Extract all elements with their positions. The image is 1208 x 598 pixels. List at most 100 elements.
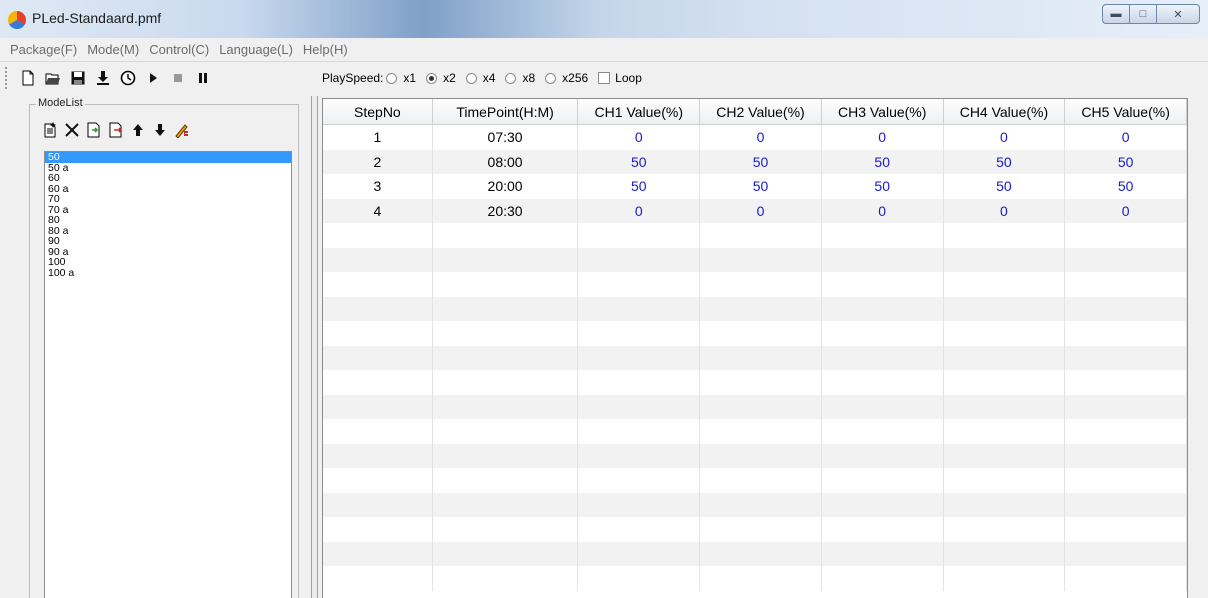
- menu-language[interactable]: Language(L): [219, 42, 293, 57]
- table-cell[interactable]: [944, 443, 1066, 468]
- column-header-stepno[interactable]: StepNo: [323, 99, 433, 124]
- loop-checkbox[interactable]: [598, 72, 611, 84]
- table-cell[interactable]: 4: [323, 198, 433, 223]
- loop-option[interactable]: Loop: [598, 71, 642, 85]
- menu-mode[interactable]: Mode(M): [87, 42, 139, 57]
- table-cell[interactable]: [700, 370, 822, 395]
- table-cell[interactable]: 50: [700, 149, 822, 174]
- table-cell[interactable]: [578, 247, 701, 272]
- table-cell[interactable]: [700, 247, 822, 272]
- list-item[interactable]: 70: [45, 194, 291, 205]
- table-cell[interactable]: [700, 345, 822, 370]
- table-cell[interactable]: [578, 566, 701, 591]
- table-cell[interactable]: [323, 419, 433, 444]
- table-cell[interactable]: [433, 345, 579, 370]
- table-cell[interactable]: [1065, 541, 1187, 566]
- table-cell[interactable]: [433, 419, 579, 444]
- table-cell[interactable]: [700, 272, 822, 297]
- table-cell[interactable]: [822, 443, 944, 468]
- table-cell[interactable]: 0: [944, 125, 1066, 150]
- table-cell[interactable]: [1065, 223, 1187, 248]
- table-cell[interactable]: [323, 223, 433, 248]
- table-cell[interactable]: 20:30: [433, 198, 579, 223]
- column-header-ch2[interactable]: CH2 Value(%): [700, 99, 822, 124]
- table-cell[interactable]: [433, 223, 579, 248]
- close-button[interactable]: ✕: [1156, 4, 1200, 24]
- table-cell[interactable]: [822, 247, 944, 272]
- table-cell[interactable]: [944, 247, 1066, 272]
- table-cell[interactable]: 0: [578, 198, 701, 223]
- list-item[interactable]: 100: [45, 257, 291, 268]
- table-cell[interactable]: [1065, 517, 1187, 542]
- list-item[interactable]: 60: [45, 173, 291, 184]
- table-cell[interactable]: [700, 419, 822, 444]
- table-cell[interactable]: [578, 468, 701, 493]
- table-cell[interactable]: [578, 321, 701, 346]
- maximize-button[interactable]: □: [1129, 4, 1156, 24]
- move-down-icon[interactable]: [150, 121, 170, 139]
- move-up-icon[interactable]: [128, 121, 148, 139]
- table-cell[interactable]: 50: [822, 174, 944, 199]
- table-row[interactable]: [323, 468, 1187, 493]
- table-cell[interactable]: 50: [1065, 174, 1187, 199]
- table-row[interactable]: [323, 345, 1187, 370]
- table-cell[interactable]: 0: [822, 198, 944, 223]
- table-cell[interactable]: [822, 517, 944, 542]
- table-cell[interactable]: [1065, 272, 1187, 297]
- table-cell[interactable]: [822, 223, 944, 248]
- table-cell[interactable]: [578, 272, 701, 297]
- minimize-button[interactable]: ▬: [1102, 4, 1129, 24]
- table-cell[interactable]: [433, 443, 579, 468]
- table-cell[interactable]: [1065, 443, 1187, 468]
- open-folder-icon[interactable]: [43, 69, 63, 87]
- table-cell[interactable]: [1065, 419, 1187, 444]
- speed-x2-radio[interactable]: [426, 72, 438, 84]
- table-row[interactable]: [323, 517, 1187, 542]
- table-cell[interactable]: [822, 370, 944, 395]
- pause-icon[interactable]: [193, 69, 213, 87]
- table-row[interactable]: [323, 272, 1187, 297]
- speed-x256-radio[interactable]: [545, 72, 557, 84]
- table-cell[interactable]: [1065, 345, 1187, 370]
- panel-splitter[interactable]: [311, 96, 318, 598]
- table-cell[interactable]: [1065, 370, 1187, 395]
- delete-icon[interactable]: [62, 121, 82, 139]
- table-cell[interactable]: [433, 394, 579, 419]
- table-cell[interactable]: [944, 394, 1066, 419]
- table-cell[interactable]: 50: [578, 149, 701, 174]
- table-cell[interactable]: 50: [700, 174, 822, 199]
- table-cell[interactable]: [944, 492, 1066, 517]
- table-cell[interactable]: [578, 419, 701, 444]
- table-cell[interactable]: [700, 468, 822, 493]
- table-cell[interactable]: 50: [944, 149, 1066, 174]
- table-cell[interactable]: [1065, 296, 1187, 321]
- table-row[interactable]: 2 08:00 50 50 50 50 50: [323, 149, 1187, 174]
- table-cell[interactable]: [822, 394, 944, 419]
- table-cell[interactable]: 2: [323, 149, 433, 174]
- table-cell[interactable]: [578, 517, 701, 542]
- table-cell[interactable]: [822, 345, 944, 370]
- table-cell[interactable]: [323, 394, 433, 419]
- table-cell[interactable]: [944, 517, 1066, 542]
- menu-package[interactable]: Package(F): [10, 42, 77, 57]
- table-cell[interactable]: [944, 419, 1066, 444]
- table-cell[interactable]: [944, 321, 1066, 346]
- table-cell[interactable]: [822, 541, 944, 566]
- table-cell[interactable]: [700, 296, 822, 321]
- list-item[interactable]: 100 a: [45, 267, 291, 279]
- table-cell[interactable]: [323, 321, 433, 346]
- table-cell[interactable]: [700, 443, 822, 468]
- table-cell[interactable]: [323, 247, 433, 272]
- table-cell[interactable]: [433, 492, 579, 517]
- new-file-icon[interactable]: [18, 69, 38, 87]
- table-row[interactable]: [323, 296, 1187, 321]
- table-cell[interactable]: [700, 394, 822, 419]
- table-cell[interactable]: [1065, 468, 1187, 493]
- table-cell[interactable]: [944, 272, 1066, 297]
- table-cell[interactable]: [700, 541, 822, 566]
- new-mode-icon[interactable]: [40, 121, 60, 139]
- table-cell[interactable]: [323, 443, 433, 468]
- table-cell[interactable]: [433, 296, 579, 321]
- table-cell[interactable]: [323, 272, 433, 297]
- table-cell[interactable]: [578, 443, 701, 468]
